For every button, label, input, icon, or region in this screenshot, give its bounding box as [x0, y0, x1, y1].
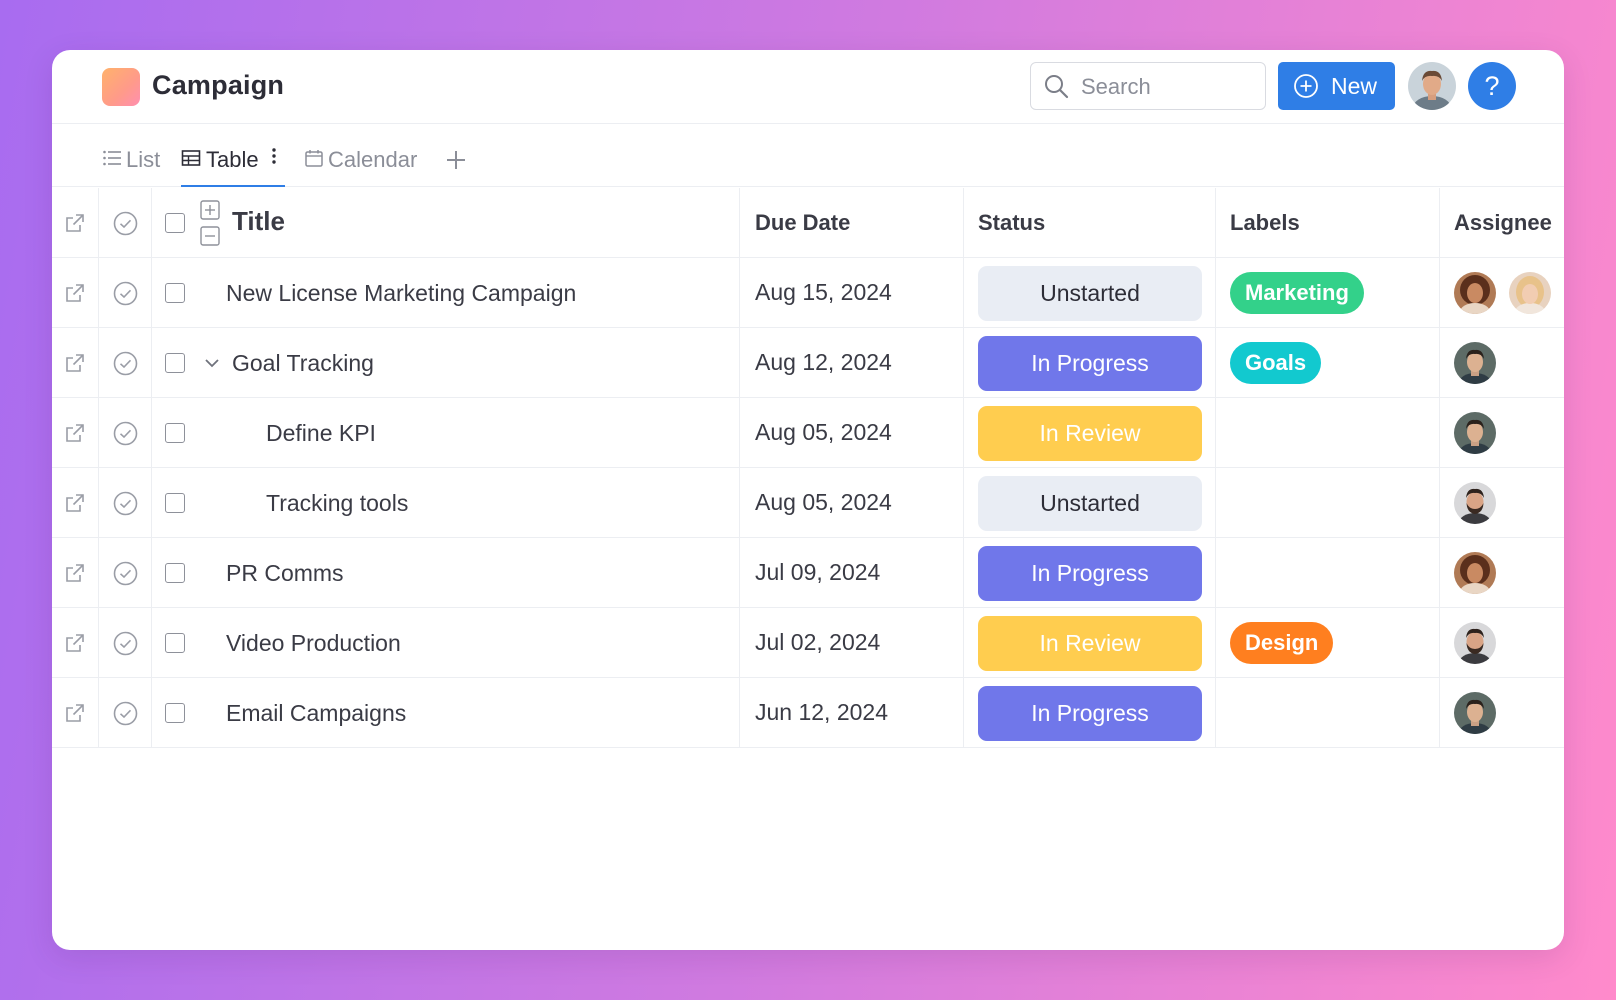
- row-checkbox[interactable]: [165, 563, 185, 583]
- check-circle-icon[interactable]: [113, 491, 138, 516]
- row-checkbox[interactable]: [165, 423, 185, 443]
- assignee-avatar[interactable]: [1454, 622, 1496, 664]
- column-header-labels[interactable]: Labels: [1230, 210, 1300, 236]
- table-body: New License Marketing Campaign Aug 15, 20…: [52, 258, 1564, 748]
- label-tag[interactable]: Marketing: [1230, 272, 1364, 314]
- row-checkbox[interactable]: [165, 283, 185, 303]
- open-external-icon[interactable]: [64, 562, 86, 584]
- column-header-due-date[interactable]: Due Date: [755, 210, 850, 236]
- tab-list[interactable]: List: [102, 125, 164, 187]
- tab-list-label: List: [126, 147, 161, 172]
- check-circle-icon[interactable]: [113, 561, 138, 586]
- check-circle-icon[interactable]: [113, 631, 138, 656]
- search-placeholder: Search: [1081, 74, 1151, 99]
- man-avatar-icon: [1408, 62, 1456, 110]
- calendar-icon: [305, 150, 323, 167]
- label-tag[interactable]: Goals: [1230, 342, 1322, 384]
- row-checkbox[interactable]: [165, 633, 185, 653]
- task-title[interactable]: Video Production: [226, 630, 401, 657]
- due-date[interactable]: Jul 02, 2024: [755, 629, 880, 656]
- open-external-icon[interactable]: [64, 492, 86, 514]
- check-circle-icon[interactable]: [113, 351, 138, 376]
- table-row[interactable]: Video Production Jul 02, 2024 In Review Des…: [52, 608, 1564, 678]
- open-external-icon[interactable]: [64, 632, 86, 654]
- row-checkbox[interactable]: [165, 353, 185, 373]
- check-circle-icon[interactable]: [113, 701, 138, 726]
- due-date[interactable]: Aug 05, 2024: [755, 489, 892, 516]
- task-title[interactable]: Tracking tools: [266, 490, 408, 517]
- column-header-assignee[interactable]: Assignee: [1454, 210, 1552, 236]
- assignee-avatar[interactable]: [1454, 272, 1496, 314]
- check-circle-icon: [113, 211, 138, 236]
- plus-circle-icon: [1294, 74, 1318, 98]
- label-tag[interactable]: Design: [1230, 622, 1334, 664]
- due-date[interactable]: Aug 12, 2024: [755, 349, 892, 376]
- chevron-down-icon[interactable]: [204, 356, 220, 370]
- status-badge[interactable]: In Review: [978, 406, 1202, 461]
- table-row[interactable]: PR Comms Jul 09, 2024 In Progress: [52, 538, 1564, 608]
- page-title: Campaign: [152, 70, 285, 100]
- due-date[interactable]: Jun 12, 2024: [755, 699, 888, 726]
- due-date[interactable]: Aug 05, 2024: [755, 419, 892, 446]
- tab-table[interactable]: Table: [181, 125, 285, 187]
- column-header-status[interactable]: Status: [978, 210, 1045, 236]
- help-button[interactable]: ?: [1468, 62, 1516, 110]
- table-header-row: Title Due Date Status Labels Assignee: [52, 188, 1564, 258]
- check-circle-icon[interactable]: [113, 281, 138, 306]
- search-icon: [1045, 75, 1069, 99]
- status-badge[interactable]: In Review: [978, 616, 1202, 671]
- open-external-icon[interactable]: [64, 352, 86, 374]
- task-title[interactable]: Goal Tracking: [232, 350, 374, 377]
- expand-collapse-icon[interactable]: [200, 200, 220, 246]
- task-title[interactable]: Email Campaigns: [226, 700, 406, 727]
- view-tabs: List Table Calendar: [52, 125, 1564, 187]
- table-row[interactable]: Define KPI Aug 05, 2024 In Review: [52, 398, 1564, 468]
- open-external-icon: [66, 214, 84, 232]
- search-input[interactable]: Search: [1030, 62, 1266, 110]
- column-header-title[interactable]: Title: [232, 206, 285, 237]
- assignee-avatar[interactable]: [1454, 482, 1496, 524]
- table-icon: [181, 150, 201, 166]
- add-view-icon[interactable]: [445, 149, 467, 171]
- table-row[interactable]: New License Marketing Campaign Aug 15, 20…: [52, 258, 1564, 328]
- row-checkbox[interactable]: [165, 493, 185, 513]
- new-button-label: New: [1331, 73, 1378, 99]
- status-badge[interactable]: Unstarted: [978, 476, 1202, 531]
- app-logo: [102, 68, 140, 106]
- status-badge[interactable]: In Progress: [978, 546, 1202, 601]
- task-title[interactable]: PR Comms: [226, 560, 344, 587]
- assignee-avatar[interactable]: [1454, 692, 1496, 734]
- new-button[interactable]: New: [1278, 62, 1395, 110]
- open-external-icon[interactable]: [64, 422, 86, 444]
- table-row[interactable]: Tracking tools Aug 05, 2024 Unstarted: [52, 468, 1564, 538]
- status-badge[interactable]: Unstarted: [978, 266, 1202, 321]
- app-header: Campaign Search New ?: [52, 50, 1564, 124]
- tab-calendar[interactable]: Calendar: [304, 125, 424, 187]
- list-icon: [103, 150, 121, 166]
- select-all-checkbox[interactable]: [165, 213, 185, 233]
- tab-calendar-label: Calendar: [328, 147, 418, 172]
- tab-table-label: Table: [206, 147, 259, 172]
- assignee-avatar[interactable]: [1454, 412, 1496, 454]
- due-date[interactable]: Aug 15, 2024: [755, 279, 892, 306]
- task-title[interactable]: Define KPI: [266, 420, 376, 447]
- assignee-avatar[interactable]: [1454, 342, 1496, 384]
- open-external-icon[interactable]: [64, 702, 86, 724]
- row-checkbox[interactable]: [165, 703, 185, 723]
- more-vertical-icon[interactable]: [271, 145, 277, 167]
- check-circle-icon[interactable]: [113, 421, 138, 446]
- status-badge[interactable]: In Progress: [978, 336, 1202, 391]
- table-row[interactable]: Email Campaigns Jun 12, 2024 In Progress: [52, 678, 1564, 748]
- task-title[interactable]: New License Marketing Campaign: [226, 280, 576, 307]
- status-badge[interactable]: In Progress: [978, 686, 1202, 741]
- table-row[interactable]: Goal Tracking Aug 12, 2024 In Progress Goal…: [52, 328, 1564, 398]
- due-date[interactable]: Jul 09, 2024: [755, 559, 880, 586]
- app-window: Campaign Search New ? List Table Calenda…: [52, 50, 1564, 950]
- open-external-icon[interactable]: [64, 282, 86, 304]
- task-table: Title Due Date Status Labels Assignee Ne…: [52, 188, 1564, 748]
- assignee-avatar[interactable]: [1454, 552, 1496, 594]
- user-avatar[interactable]: [1408, 62, 1456, 110]
- assignee-avatar[interactable]: [1509, 272, 1551, 314]
